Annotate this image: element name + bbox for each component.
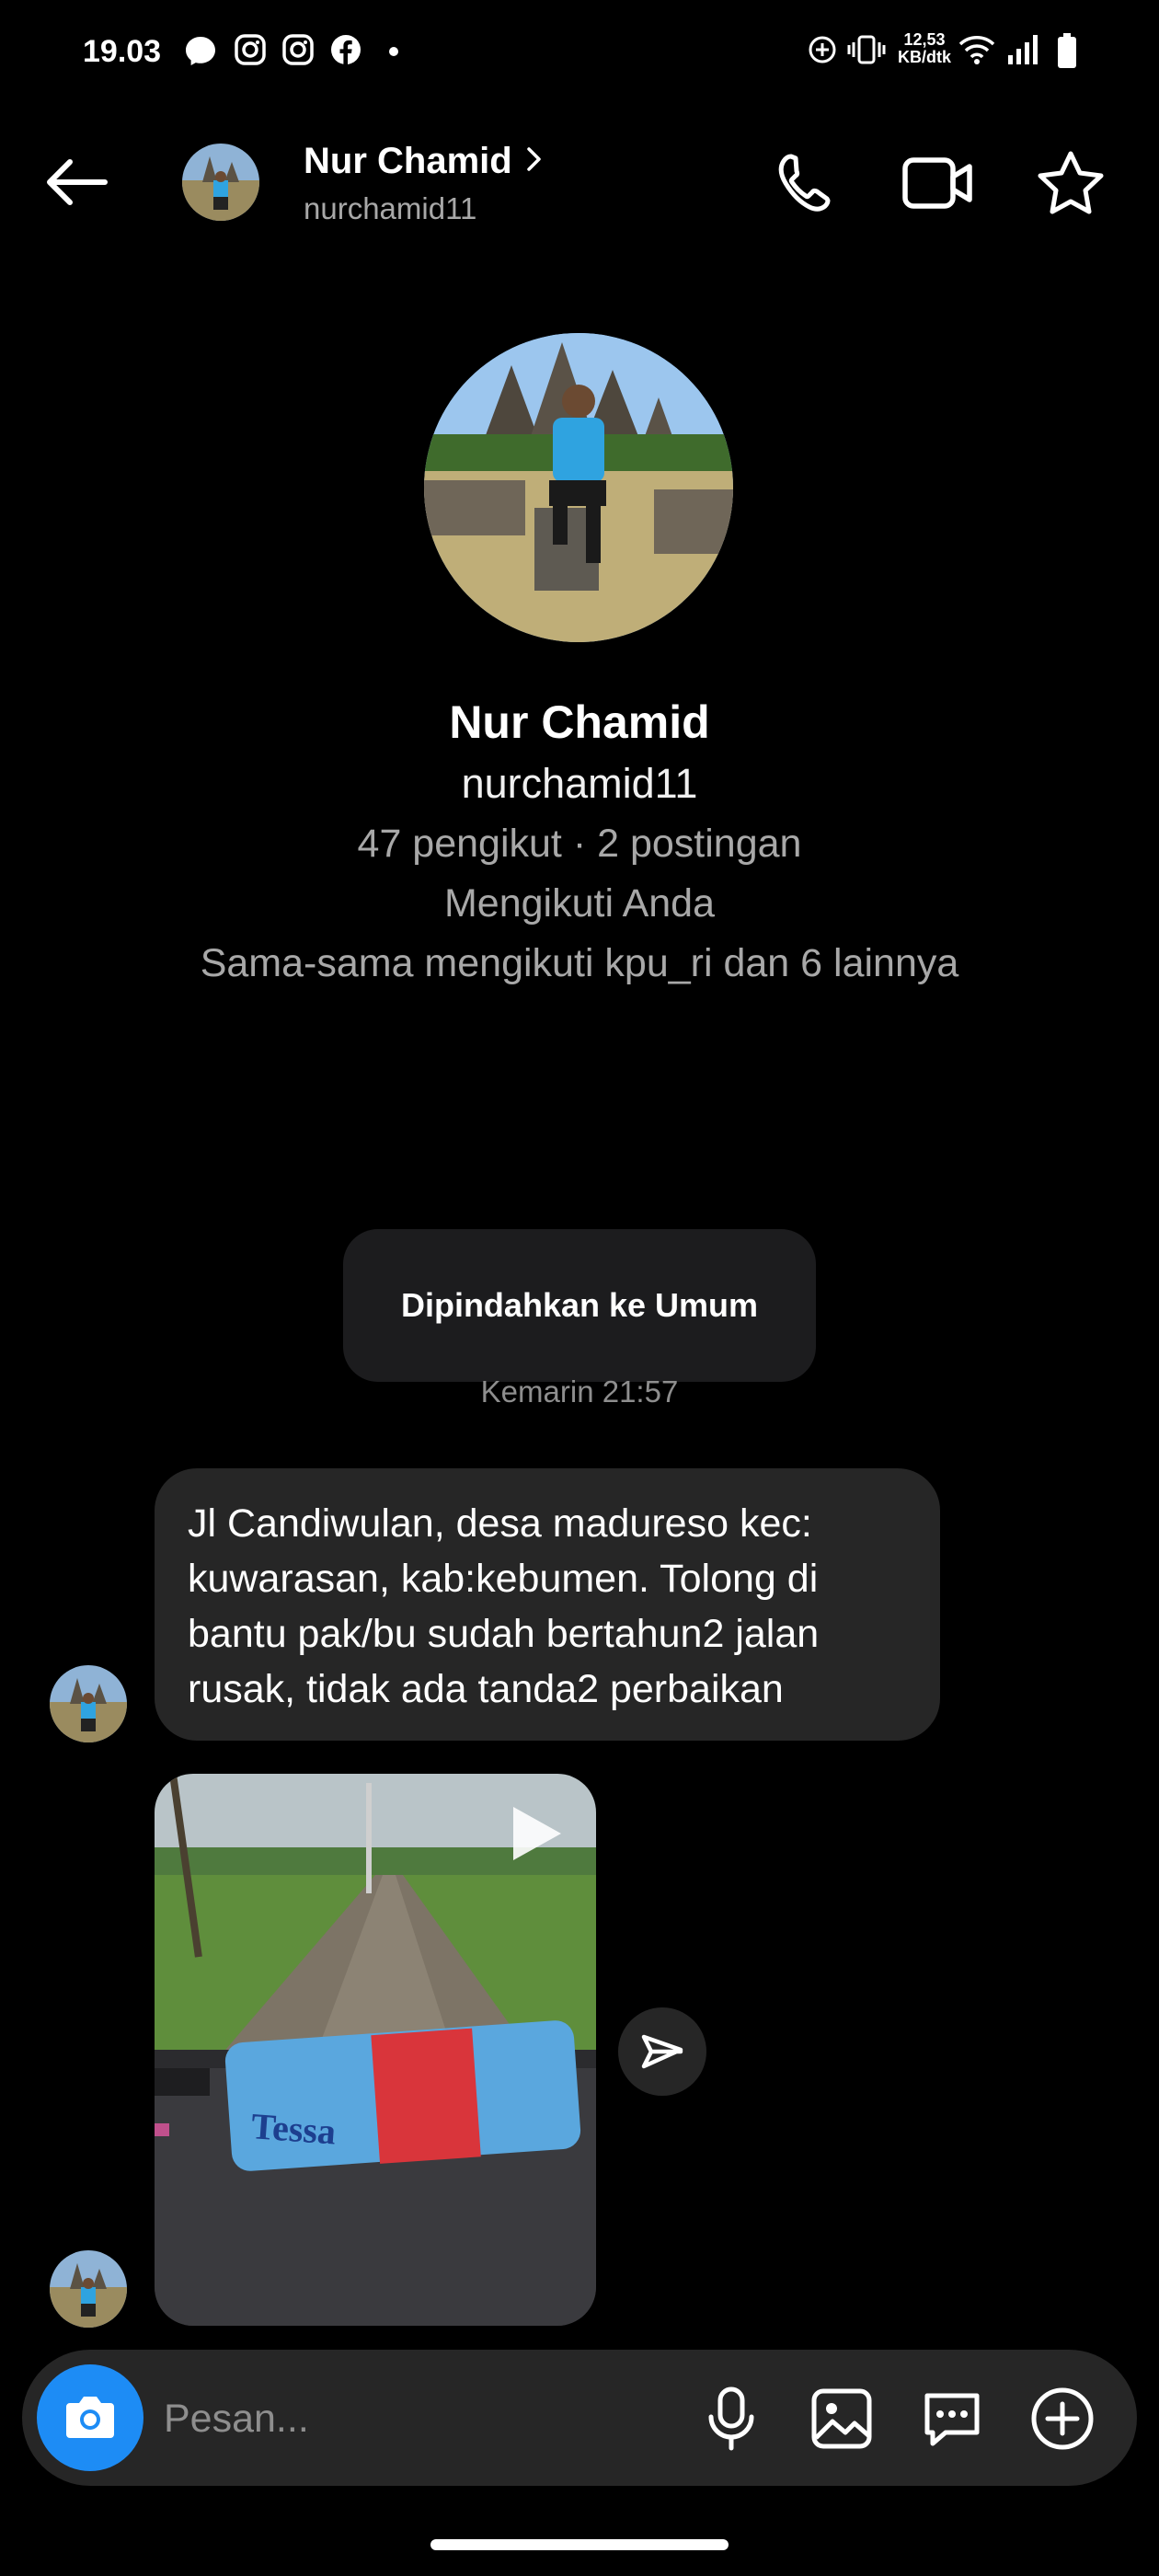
moved-to-general-notice: Dipindahkan ke Umum: [343, 1229, 816, 1382]
profile-name: Nur Chamid: [449, 696, 710, 748]
message-timestamp: Kemarin 21:57: [480, 1374, 679, 1409]
sender-avatar[interactable]: [50, 2250, 127, 2328]
message-line: rusak, tidak ada tanda2 perbaikan: [188, 1667, 784, 1711]
dot-icon: [388, 45, 399, 62]
video-message[interactable]: Tessa: [155, 1774, 596, 2326]
camera-button[interactable]: [37, 2364, 143, 2471]
message-line: Jl Candiwulan, desa madureso kec:: [188, 1501, 812, 1546]
chevron-right-icon[interactable]: [524, 145, 545, 178]
message-line: kuwarasan, kab:kebumen. Tolong di: [188, 1557, 819, 1601]
battery-icon: [1056, 33, 1078, 73]
data-saver-icon: [806, 33, 839, 71]
vibrate-icon: [846, 33, 887, 71]
mutual-followers[interactable]: Sama-sama mengikuti kpu_ri dan 6 lainnya: [0, 937, 1159, 990]
star-button[interactable]: [1036, 149, 1106, 220]
phone-call-button[interactable]: [771, 151, 839, 222]
status-time: 19.03: [83, 34, 162, 69]
home-indicator[interactable]: [430, 2539, 729, 2550]
system-message-text: Dipindahkan ke Umum: [400, 1286, 759, 1324]
header-name[interactable]: Nur Chamid: [304, 138, 512, 184]
package-label: Tessa: [250, 2105, 338, 2152]
wifi-icon: [958, 33, 995, 71]
image-icon: [811, 2388, 872, 2449]
header-avatar[interactable]: [182, 144, 259, 221]
signal-icon: [1006, 33, 1041, 71]
message-input[interactable]: [162, 2383, 644, 2455]
sender-avatar[interactable]: [50, 1665, 127, 1742]
microphone-button[interactable]: [697, 2385, 765, 2453]
text-message-bubble[interactable]: Jl Candiwulan, desa madureso kec: kuwara…: [155, 1468, 940, 1741]
profile-avatar[interactable]: [424, 333, 733, 642]
message-line: bantu pak/bu sudah bertahun2 jalan: [188, 1612, 820, 1656]
chat-bubble-icon: [924, 2393, 980, 2446]
profile-stats: 47 pengikut · 2 postingan: [357, 822, 802, 866]
instagram-icon: [281, 33, 315, 71]
share-button[interactable]: [618, 2007, 706, 2096]
camera-icon: [66, 2397, 114, 2438]
send-icon: [641, 2034, 683, 2069]
quick-replies-button[interactable]: [918, 2385, 986, 2453]
follow-status: Mengikuti Anda: [443, 881, 716, 926]
header-username: nurchamid11: [304, 191, 477, 225]
network-speed: 12,53 KB/dtk: [898, 30, 951, 66]
video-call-button[interactable]: [901, 153, 975, 218]
instagram-icon: [234, 33, 267, 71]
profile-username: nurchamid11: [461, 760, 698, 807]
facebook-icon: [329, 33, 362, 71]
messenger-icon: [182, 33, 219, 75]
back-arrow-icon: [47, 159, 108, 205]
back-button[interactable]: [40, 155, 110, 214]
microphone-icon: [708, 2386, 754, 2451]
add-more-button[interactable]: [1028, 2385, 1096, 2453]
star-icon: [1038, 151, 1104, 214]
video-call-icon: [902, 157, 972, 209]
phone-icon: [778, 154, 831, 212]
plus-circle-icon: [1031, 2387, 1094, 2450]
play-icon[interactable]: [502, 1801, 567, 1870]
gallery-button[interactable]: [808, 2385, 876, 2453]
